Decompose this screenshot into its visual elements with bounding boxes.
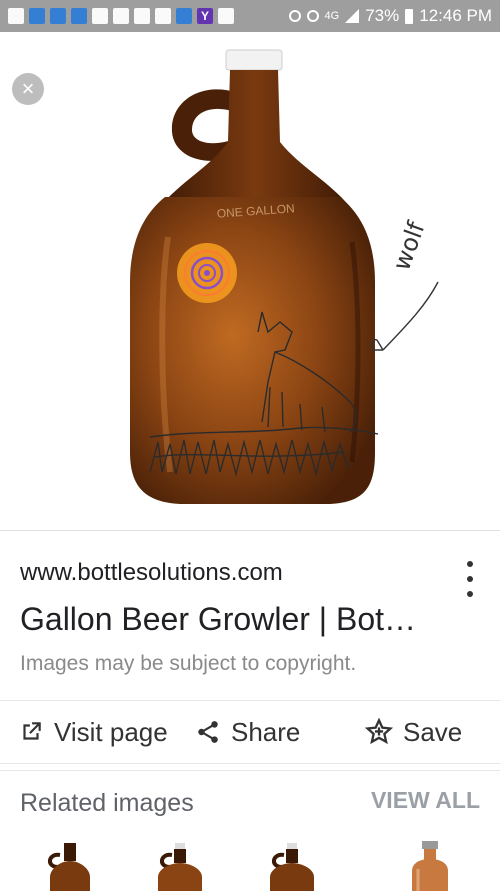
facebook-icon bbox=[50, 8, 66, 24]
gallery-icon bbox=[134, 8, 150, 24]
at-icon bbox=[155, 8, 171, 24]
related-thumbnail[interactable] bbox=[40, 841, 100, 891]
signal-icon bbox=[345, 9, 360, 23]
save-label: Save bbox=[403, 716, 463, 747]
related-images-section: Related images VIEW ALL bbox=[0, 770, 500, 891]
clock: 12:46 PM bbox=[419, 6, 492, 25]
visit-page-label: Visit page bbox=[54, 716, 168, 747]
annotation-label: wolf bbox=[387, 218, 430, 275]
notification-icons: Y bbox=[8, 8, 234, 24]
email-icon bbox=[92, 8, 108, 24]
related-thumbnail[interactable] bbox=[400, 841, 460, 891]
related-images-heading: Related images bbox=[20, 789, 194, 817]
facebook-icon bbox=[71, 8, 87, 24]
save-button[interactable]: Save bbox=[365, 713, 462, 751]
close-button[interactable]: × bbox=[12, 73, 44, 105]
nfc-icon bbox=[288, 10, 301, 22]
close-icon: × bbox=[21, 76, 35, 101]
share-label: Share bbox=[231, 716, 301, 747]
source-domain[interactable]: www.bottlesolutions.com bbox=[20, 559, 283, 587]
battery-percent: 73% bbox=[365, 6, 400, 25]
more-vert-dot bbox=[467, 591, 473, 597]
related-thumbnail[interactable] bbox=[262, 841, 322, 891]
action-bar: Visit page Share Save bbox=[0, 700, 500, 764]
app-icon bbox=[176, 8, 192, 24]
growler-image: ONE GALLON wolf bbox=[130, 49, 439, 504]
share-button[interactable]: Share bbox=[195, 713, 300, 751]
jug-cap bbox=[225, 49, 283, 71]
star-add-icon bbox=[365, 718, 393, 745]
more-vert-dot bbox=[467, 576, 473, 582]
system-icons: 4G 73% 12:46 PM bbox=[288, 6, 492, 26]
result-info-card: www.bottlesolutions.com Gallon Beer Grow… bbox=[0, 530, 500, 701]
battery-icon bbox=[405, 8, 414, 24]
app-icon bbox=[218, 8, 234, 24]
alarm-icon bbox=[306, 10, 319, 22]
yahoo-icon: Y bbox=[197, 8, 213, 24]
messages-icon bbox=[8, 8, 24, 24]
more-options-button[interactable] bbox=[458, 561, 482, 597]
image-viewer[interactable]: ONE GALLON wolf × bbox=[0, 32, 500, 530]
related-thumbnail[interactable] bbox=[150, 841, 210, 891]
visit-page-button[interactable]: Visit page bbox=[18, 713, 168, 751]
annotation-arrow bbox=[370, 281, 439, 351]
facebook-icon bbox=[29, 8, 45, 24]
copyright-notice: Images may be subject to copyright. bbox=[20, 652, 357, 675]
network-type: 4G bbox=[324, 10, 340, 22]
open-external-icon bbox=[23, 722, 41, 740]
view-all-link[interactable]: VIEW ALL bbox=[371, 787, 480, 814]
sun-doodle bbox=[177, 243, 237, 303]
warning-icon bbox=[113, 8, 129, 24]
more-vert-icon bbox=[467, 561, 473, 567]
share-icon bbox=[198, 721, 218, 743]
status-bar: Y 4G 73% 12:46 PM bbox=[0, 0, 500, 32]
result-title[interactable]: Gallon Beer Growler | Bot… bbox=[20, 601, 450, 638]
